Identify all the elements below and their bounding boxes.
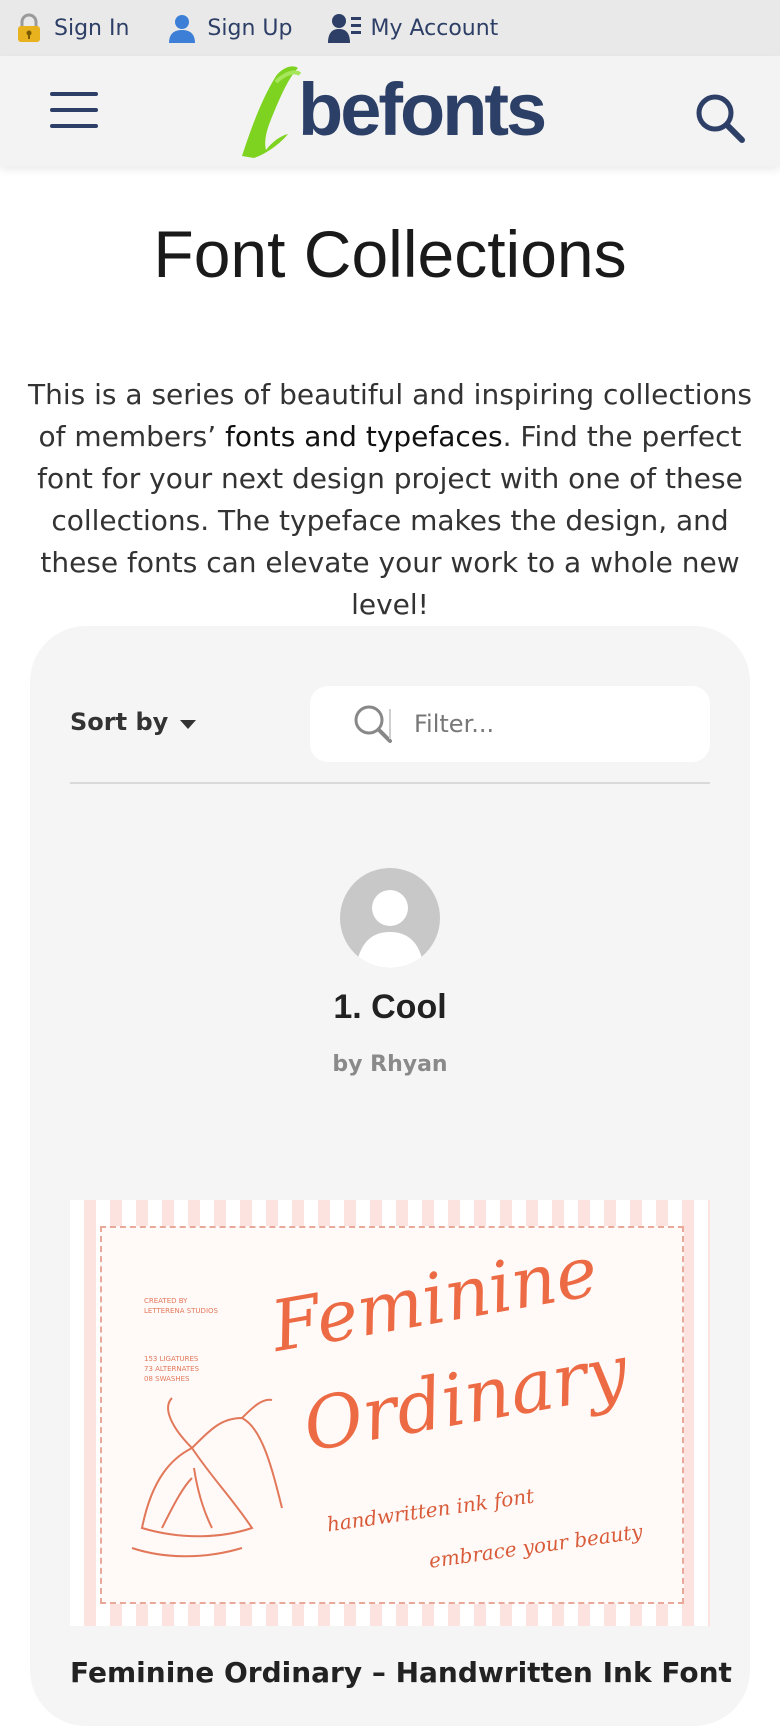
sort-by-label: Sort by bbox=[70, 708, 169, 736]
lock-icon bbox=[12, 11, 46, 45]
intro-paragraph: This is a series of beautiful and inspir… bbox=[24, 374, 756, 626]
sign-up-link[interactable]: Sign Up bbox=[165, 11, 292, 45]
font-preview-image[interactable]: CREATED BY LETTERENA STUDIOS 153 LIGATUR… bbox=[70, 1200, 710, 1626]
filter-box bbox=[310, 686, 710, 762]
preview-artwork: CREATED BY LETTERENA STUDIOS 153 LIGATUR… bbox=[100, 1226, 684, 1604]
top-utility-bar: Sign In Sign Up My Account bbox=[0, 0, 780, 56]
divider bbox=[70, 782, 710, 784]
my-account-link[interactable]: My Account bbox=[328, 11, 498, 45]
filter-input[interactable] bbox=[412, 709, 696, 739]
sort-by-dropdown[interactable]: Sort by bbox=[70, 708, 197, 736]
account-icon bbox=[328, 11, 362, 45]
sign-up-label: Sign Up bbox=[207, 15, 293, 41]
avatar[interactable] bbox=[340, 868, 440, 968]
logo-wordmark: befonts bbox=[298, 68, 547, 151]
collection-author[interactable]: by Rhyan bbox=[0, 1052, 780, 1077]
sign-in-link[interactable]: Sign In bbox=[12, 11, 129, 45]
user-icon bbox=[165, 11, 199, 45]
page-title: Font Collections bbox=[153, 217, 627, 291]
font-name-link[interactable]: Feminine Ordinary – Handwritten Ink Font bbox=[70, 1656, 732, 1689]
my-account-label: My Account bbox=[370, 15, 499, 41]
fonts-and-typefaces-link[interactable]: fonts and typefaces bbox=[225, 420, 503, 453]
search-icon[interactable] bbox=[694, 92, 746, 144]
site-logo[interactable]: befonts bbox=[236, 62, 547, 162]
site-header: befonts bbox=[0, 56, 780, 166]
collection-title[interactable]: 1. Cool bbox=[0, 988, 780, 1027]
caret-down-icon bbox=[180, 719, 197, 729]
search-icon bbox=[352, 703, 394, 745]
preview-small-text-2: 153 LIGATURES 73 ALTERNATES 08 SWASHES bbox=[144, 1355, 200, 1383]
menu-icon[interactable] bbox=[50, 92, 98, 130]
preview-small-text-1: CREATED BY LETTERENA STUDIOS bbox=[144, 1297, 218, 1315]
sign-in-label: Sign In bbox=[54, 15, 130, 41]
